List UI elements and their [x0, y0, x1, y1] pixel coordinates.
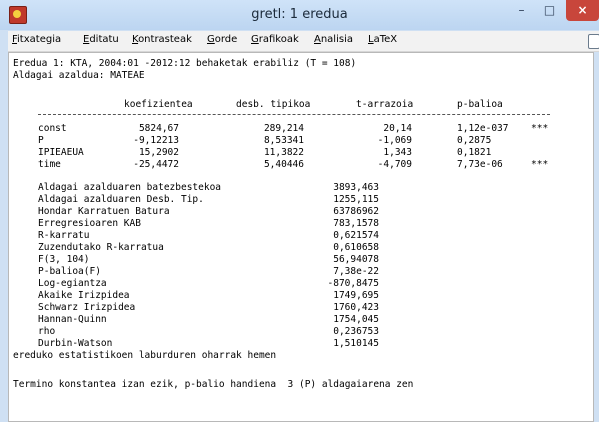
stat-label: Aldagai azalduaren batezbestekoa	[38, 182, 222, 193]
row-stars: ***	[531, 123, 549, 134]
row-p: 1,12e-037	[457, 123, 509, 134]
stat-value: 7,38e-22	[333, 266, 379, 277]
stat-label: Hannan-Quinn	[38, 314, 107, 325]
menu-analisia[interactable]: Analisia	[314, 34, 353, 45]
stat-label: Erregresioaren KAB	[38, 218, 141, 229]
row-p: 0,1821	[457, 147, 492, 158]
menu-gorde[interactable]: Gorde	[207, 34, 237, 45]
stat-label: Zuzendutako R-karratua	[38, 242, 164, 253]
stat-label: P-balioa(F)	[38, 266, 101, 277]
stat-value: 1760,423	[333, 302, 379, 313]
stat-label: Log-egiantza	[38, 278, 107, 289]
header-p: p-balioa	[457, 99, 503, 110]
stat-label: rho	[38, 326, 56, 337]
stat-label: F(3, 104)	[38, 254, 90, 265]
final-note: Termino konstantea izan ezik, p-balio ha…	[13, 379, 414, 390]
row-se: 8,53341	[263, 135, 304, 146]
menu-kontrasteak[interactable]: Kontrasteak	[132, 34, 192, 45]
title-bar: gretl: 1 eredua – □ ×	[0, 0, 599, 30]
row-name: IPIEAEUA	[38, 147, 84, 158]
row-p: 7,73e-06	[457, 159, 503, 170]
close-button[interactable]: ×	[566, 0, 599, 21]
dependent-variable-line: Aldagai azaldua: MATEAE	[13, 70, 145, 81]
stat-value: 783,1578	[333, 218, 379, 229]
row-name: time	[38, 159, 61, 170]
minimize-button[interactable]: –	[508, 0, 535, 21]
row-name: const	[38, 123, 67, 134]
row-t: 1,343	[383, 147, 412, 158]
model-output-text[interactable]: Eredua 1: KTA, 2004:01 -2012:12 behaketa…	[8, 52, 594, 422]
stat-label: Schwarz Irizpidea	[38, 302, 136, 313]
stat-value: 63786962	[333, 206, 379, 217]
stat-value: 1749,695	[333, 290, 379, 301]
row-coef: 5824,67	[138, 123, 179, 134]
header-coef: koefizientea	[124, 99, 193, 110]
stat-value: 1754,045	[333, 314, 379, 325]
row-se: 289,214	[263, 123, 304, 134]
header-se: desb. tipikoa	[236, 99, 311, 110]
document-icon[interactable]	[588, 34, 599, 49]
row-stars: ***	[531, 159, 549, 170]
stat-value: -870,8475	[327, 278, 379, 289]
row-coef: 15,2902	[138, 147, 179, 158]
menu-bar: Fitxategia Editatu Kontrasteak Gorde Gra…	[8, 31, 599, 52]
stat-value: 1255,115	[333, 194, 379, 205]
row-t: 20,14	[383, 123, 412, 134]
row-se: 11,3822	[263, 147, 304, 158]
menu-editatu[interactable]: Editatu	[83, 34, 119, 45]
row-t: -1,069	[377, 135, 412, 146]
stat-label: R-karratu	[38, 230, 90, 241]
row-p: 0,2875	[457, 135, 492, 146]
statistics-notes-link[interactable]: ereduko estatistikoen laburduren oharrak…	[13, 350, 276, 361]
row-coef: -25,4472	[133, 159, 179, 170]
table-divider	[38, 114, 550, 115]
stat-value: 0,236753	[333, 326, 379, 337]
stat-value: 0,610658	[333, 242, 379, 253]
row-coef: -9,12213	[133, 135, 179, 146]
row-t: -4,709	[377, 159, 412, 170]
stat-value: 1,510145	[333, 338, 379, 349]
stat-value: 3893,463	[333, 182, 379, 193]
stat-value: 0,621574	[333, 230, 379, 241]
stat-label: Aldagai azalduaren Desb. Tip.	[38, 194, 204, 205]
model-line: Eredua 1: KTA, 2004:01 -2012:12 behaketa…	[13, 58, 357, 69]
stat-label: Hondar Karratuen Batura	[38, 206, 170, 217]
header-t: t-arrazoia	[356, 99, 414, 110]
row-name: P	[38, 135, 44, 146]
menu-latex[interactable]: LaTeX	[368, 34, 397, 45]
menu-grafikoak[interactable]: Grafikoak	[251, 34, 299, 45]
row-se: 5,40446	[263, 159, 304, 170]
menu-fitxategia[interactable]: Fitxategia	[12, 34, 61, 45]
stat-label: Akaike Irizpidea	[38, 290, 130, 301]
stat-label: Durbin-Watson	[38, 338, 113, 349]
stat-value: 56,94078	[333, 254, 379, 265]
maximize-button[interactable]: □	[536, 0, 563, 21]
